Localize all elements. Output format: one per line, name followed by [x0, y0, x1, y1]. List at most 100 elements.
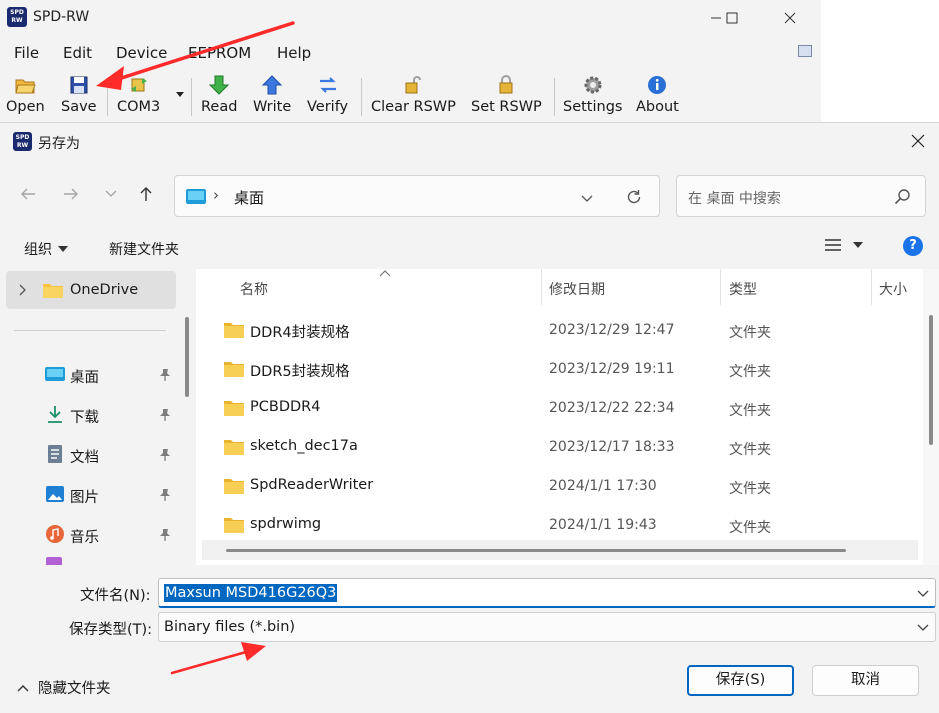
arrow-up-icon [261, 75, 283, 95]
pin-icon[interactable] [159, 488, 171, 501]
sidebar-scrollbar[interactable] [185, 317, 189, 397]
menubar: File Edit Device EEPROM Help [0, 36, 821, 66]
dialog-close-button[interactable] [903, 127, 933, 155]
hide-folders-toggle[interactable]: 隐藏文件夹 [17, 677, 111, 698]
filename-input[interactable]: Maxsun MSD416G26Q3 [158, 578, 936, 608]
menu-edit[interactable]: Edit [63, 44, 92, 62]
chevron-down-icon[interactable] [917, 587, 929, 599]
forward-button[interactable] [58, 181, 84, 207]
new-folder-button[interactable]: 新建文件夹 [109, 239, 179, 259]
serial-port-icon [130, 78, 147, 92]
address-bar[interactable]: › 桌面 [174, 175, 660, 217]
dialog-logo: SPD RW [13, 132, 32, 151]
folder-icon [43, 284, 63, 298]
restore-icon[interactable] [798, 45, 812, 57]
sidebar-item-downloads[interactable]: 下载 [6, 396, 176, 432]
chevron-right-icon[interactable] [18, 284, 28, 296]
chevron-down-icon[interactable] [917, 621, 929, 633]
pin-icon[interactable] [159, 528, 171, 541]
command-bar: 组织 新建文件夹 ? [0, 225, 939, 269]
column-header-name[interactable]: 名称 [240, 279, 268, 299]
dialog-titlebar: SPD RW 另存为 [0, 123, 939, 159]
horizontal-scrollbar-thumb[interactable] [226, 549, 846, 552]
desktop-icon [45, 367, 65, 381]
file-row[interactable]: DDR5封装规格 2023/12/29 19:11 文件夹 [202, 350, 918, 388]
navigation-pane: OneDrive 桌面 下载 文档 图片 音乐 [0, 269, 196, 565]
up-button[interactable] [133, 181, 159, 207]
toolbar-separator [191, 78, 192, 116]
file-row[interactable]: spdrwimg 2024/1/1 19:43 文件夹 [202, 506, 918, 544]
refresh-icon[interactable] [625, 188, 643, 206]
file-row[interactable]: sketch_dec17a 2023/12/17 18:33 文件夹 [202, 428, 918, 466]
folder-icon [224, 323, 244, 338]
column-divider[interactable] [720, 269, 721, 305]
column-divider[interactable] [541, 269, 542, 305]
sidebar-item-onedrive[interactable]: OneDrive [6, 271, 176, 309]
sort-ascending-icon [379, 270, 391, 277]
menu-file[interactable]: File [14, 44, 39, 62]
horizontal-scrollbar[interactable] [202, 540, 918, 560]
column-header-type[interactable]: 类型 [729, 279, 757, 299]
column-divider[interactable] [871, 269, 872, 305]
vertical-scrollbar-thumb[interactable] [929, 315, 933, 445]
port-button[interactable]: COM3 [117, 74, 160, 115]
toolbar-separator [554, 78, 555, 116]
save-button[interactable]: Save [61, 74, 97, 115]
view-options-button[interactable] [825, 239, 863, 251]
settings-button[interactable]: Settings [563, 74, 622, 115]
dialog-title: 另存为 [38, 136, 80, 152]
search-icon [894, 189, 910, 205]
pin-icon[interactable] [159, 448, 171, 461]
address-path[interactable]: 桌面 [234, 187, 264, 208]
close-button[interactable] [767, 4, 813, 32]
vertical-scrollbar[interactable] [923, 269, 939, 565]
back-button[interactable] [15, 181, 41, 207]
port-dropdown-icon[interactable] [176, 92, 184, 98]
column-header-modified[interactable]: 修改日期 [549, 279, 605, 299]
caret-down-icon [853, 242, 863, 248]
file-row[interactable]: SpdReaderWriter 2024/1/1 17:30 文件夹 [202, 467, 918, 505]
floppy-disk-icon [70, 76, 88, 94]
chevron-down-icon[interactable] [579, 190, 595, 206]
pin-icon[interactable] [159, 408, 171, 421]
help-button[interactable]: ? [903, 236, 923, 256]
sidebar-item-documents[interactable]: 文档 [6, 436, 176, 472]
sidebar-item-pictures[interactable]: 图片 [6, 476, 176, 512]
column-header-size[interactable]: 大小 [879, 279, 907, 299]
save-confirm-button[interactable]: 保存(S) [687, 665, 794, 696]
lock-icon [499, 75, 513, 94]
menu-help[interactable]: Help [277, 44, 311, 62]
pin-icon[interactable] [159, 368, 171, 381]
filename-label: 文件名(N): [80, 588, 151, 604]
recent-locations-button[interactable] [98, 181, 124, 207]
compare-arrows-icon [319, 77, 336, 93]
about-button[interactable]: About [636, 74, 679, 115]
menu-device[interactable]: Device [116, 44, 167, 62]
menu-eeprom[interactable]: EEPROM [188, 44, 251, 62]
arrow-up-icon [140, 187, 152, 201]
write-button[interactable]: Write [253, 74, 291, 115]
search-input[interactable]: 在 桌面 中搜索 [676, 175, 926, 217]
close-icon [911, 134, 925, 148]
app-logo: SPD RW [7, 7, 27, 27]
set-rswp-button[interactable]: Set RSWP [471, 74, 542, 115]
maximize-button[interactable] [709, 4, 755, 32]
sidebar-item-music[interactable]: 音乐 [6, 516, 176, 552]
verify-button[interactable]: Verify [307, 74, 348, 115]
file-row[interactable]: PCBDDR4 2023/12/22 22:34 文件夹 [202, 389, 918, 427]
folder-icon [224, 362, 244, 377]
organize-button[interactable]: 组织 [24, 239, 68, 259]
cancel-button[interactable]: 取消 [812, 665, 919, 696]
maximize-icon [726, 12, 738, 24]
filename-value[interactable]: Maxsun MSD416G26Q3 [164, 584, 338, 602]
sidebar-item-desktop[interactable]: 桌面 [6, 356, 176, 392]
navigation-bar: › 桌面 在 桌面 中搜索 [0, 159, 939, 225]
folder-icon [224, 401, 244, 416]
read-button[interactable]: Read [201, 74, 237, 115]
clear-rswp-button[interactable]: Clear RSWP [371, 74, 456, 115]
file-row[interactable]: DDR4封装规格 2023/12/29 12:47 文件夹 [202, 311, 918, 349]
folder-icon [224, 518, 244, 533]
open-button[interactable]: Open [6, 74, 45, 115]
music-icon [46, 525, 64, 543]
filetype-select[interactable]: Binary files (*.bin) [158, 612, 936, 642]
